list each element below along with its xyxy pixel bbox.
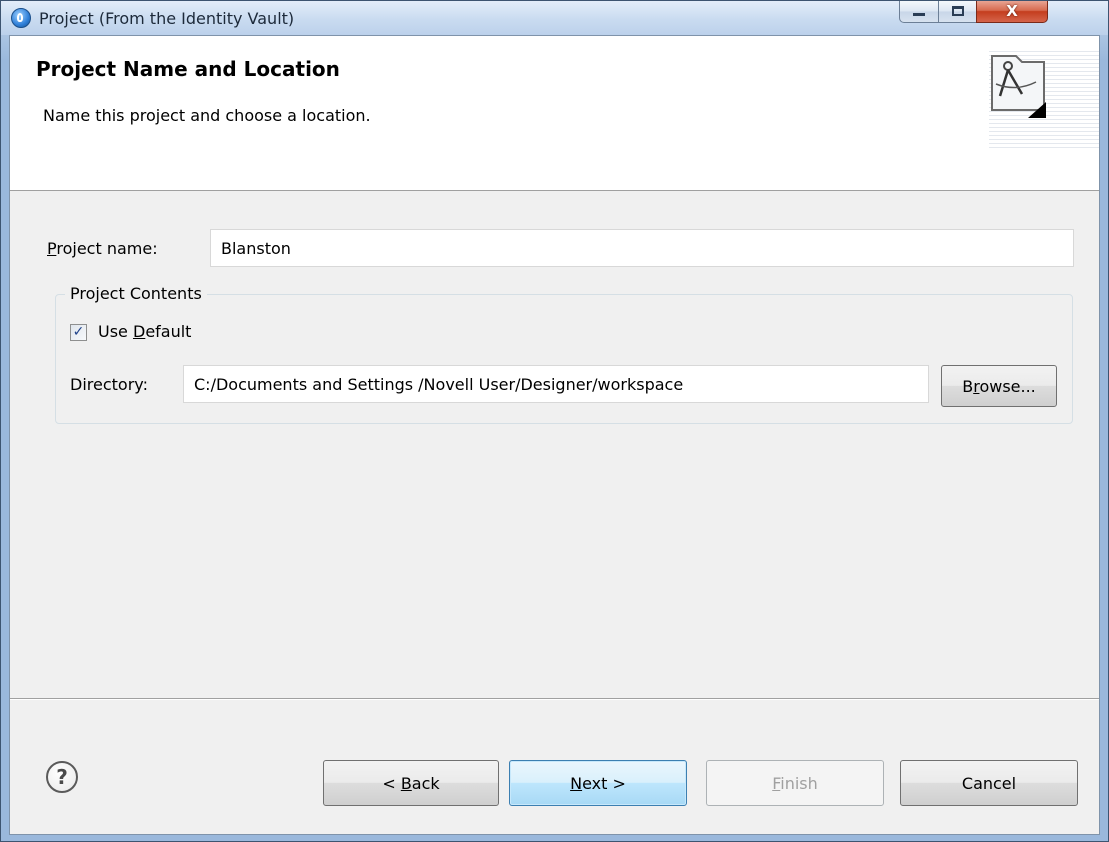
project-name-input[interactable] <box>210 229 1074 267</box>
wizard-banner: Project Name and Location Name this proj… <box>10 36 1099 191</box>
dialog-window: Project (From the Identity Vault) X Proj… <box>0 0 1109 842</box>
browse-button[interactable]: Browse... <box>941 365 1057 407</box>
minimize-icon <box>913 13 925 16</box>
maximize-icon <box>952 6 964 16</box>
project-contents-group <box>55 294 1073 424</box>
footer-separator <box>10 698 1099 700</box>
directory-input[interactable] <box>183 365 929 403</box>
project-name-label: Project name: <box>47 239 158 258</box>
directory-label: Directory: <box>70 375 148 394</box>
maximize-button[interactable] <box>938 1 977 23</box>
minimize-button[interactable] <box>899 1 939 23</box>
cancel-button[interactable]: Cancel <box>900 760 1078 806</box>
project-contents-legend: Project Contents <box>65 284 207 303</box>
close-button[interactable]: X <box>976 1 1048 23</box>
title-bar[interactable]: Project (From the Identity Vault) X <box>1 1 1108 35</box>
window-title: Project (From the Identity Vault) <box>39 9 295 28</box>
close-icon: X <box>1006 2 1018 20</box>
app-icon <box>11 8 31 28</box>
drafting-compass-icon <box>991 55 1046 118</box>
help-icon[interactable]: ? <box>46 761 78 793</box>
page-description: Name this project and choose a location. <box>43 106 371 125</box>
next-button[interactable]: Next > <box>509 760 687 806</box>
use-default-checkbox[interactable]: ✓ <box>70 324 87 341</box>
dialog-client-area: Project Name and Location Name this proj… <box>9 35 1100 835</box>
page-title: Project Name and Location <box>36 57 340 81</box>
back-button[interactable]: < Back <box>323 760 499 806</box>
finish-button[interactable]: Finish <box>706 760 884 806</box>
use-default-label[interactable]: Use Default <box>98 322 191 341</box>
